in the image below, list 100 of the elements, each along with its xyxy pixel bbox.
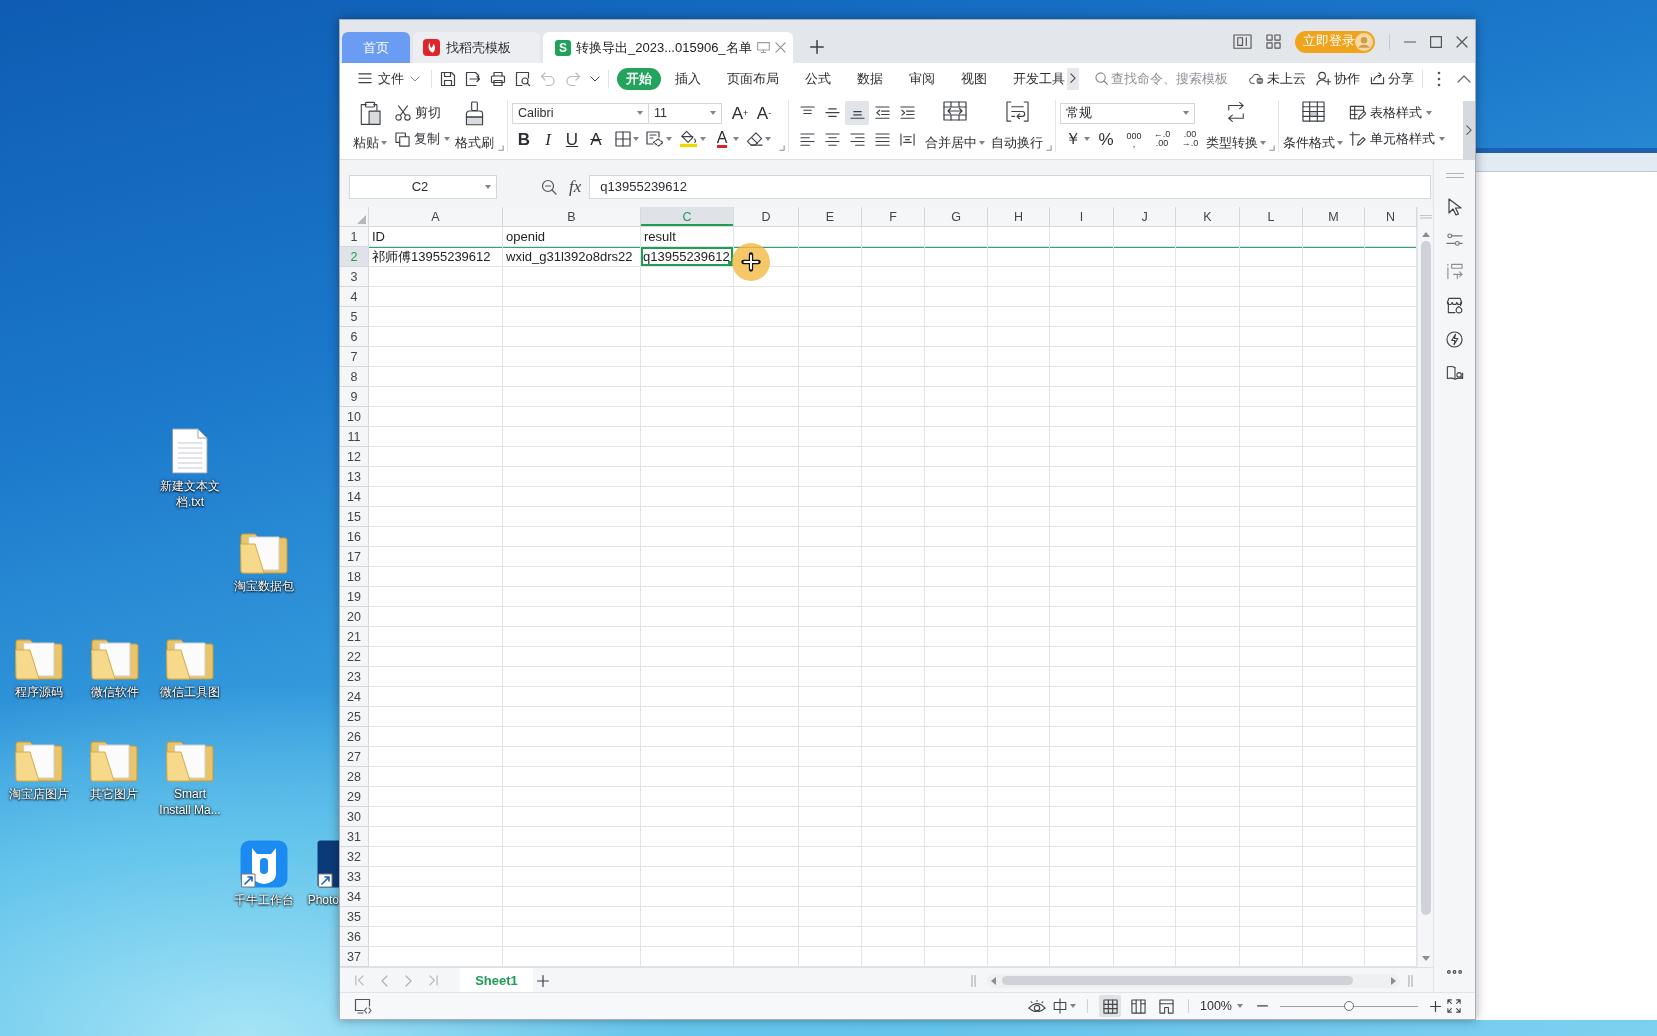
column-header[interactable]: K [1176,207,1240,227]
sliders-icon[interactable] [1446,233,1463,247]
zoom-in-icon[interactable] [1430,1000,1441,1012]
crosshair-box-icon[interactable] [1052,998,1068,1014]
monitor-icon[interactable] [756,41,770,54]
scroll-down-icon[interactable] [1421,956,1430,961]
row-header[interactable]: 9 [340,387,369,407]
split-handle-icon[interactable] [971,974,976,987]
column-header[interactable]: M [1303,207,1365,227]
ribbon-tab[interactable]: 开发工具 [1001,67,1077,90]
magnifier-icon[interactable] [541,178,557,195]
eye-icon[interactable] [1028,999,1046,1013]
customize-dropdown-icon[interactable] [590,75,600,82]
store-flame-icon[interactable] [1446,297,1463,315]
column-header[interactable]: B [503,207,641,227]
scrollbar-thumb[interactable] [1420,241,1431,915]
row-header[interactable]: 19 [340,587,369,607]
print-preview-icon[interactable] [515,70,531,87]
more-options-icon[interactable] [1437,70,1441,87]
row-header[interactable]: 27 [340,747,369,767]
font-color-button[interactable]: A [713,127,731,151]
cloud-status-button[interactable]: 未上云 [1249,69,1306,88]
column-header[interactable]: F [862,207,925,227]
row-header[interactable]: 28 [340,767,369,787]
caret-icon[interactable] [700,137,706,141]
decrease-decimal-button[interactable]: .00 →.0 [1178,130,1202,148]
row-header[interactable]: 12 [340,447,369,467]
type-convert-button[interactable]: 类型转换 [1206,97,1266,151]
row-header[interactable]: 11 [340,427,369,447]
wrap-text-button[interactable]: 自动换行 [991,97,1043,151]
file-menu-button[interactable]: 文件 [355,67,423,90]
column-header[interactable]: L [1240,207,1303,227]
column-header[interactable]: H [988,207,1050,227]
close-tab-icon[interactable] [774,42,786,53]
insert-function-button[interactable]: fx [569,176,582,197]
share-button[interactable]: 分享 [1370,69,1414,88]
apps-grid-icon[interactable] [1266,34,1281,49]
folder-icon[interactable] [166,638,214,680]
underline-button[interactable]: U [560,127,584,151]
save-icon[interactable] [440,70,456,87]
number-format-select[interactable]: 常规 [1060,102,1195,124]
template-tab[interactable]: 找稻壳模板 [413,32,540,63]
row-header[interactable]: 13 [340,467,369,487]
scroll-right-icon[interactable] [1391,976,1396,985]
scroll-up-icon[interactable] [1421,232,1430,237]
ribbon-tab[interactable]: 公式 [793,67,843,90]
new-tab-icon[interactable] [810,40,824,54]
folder-icon[interactable] [90,740,138,782]
table-cell[interactable]: result [641,227,734,247]
copy-button[interactable]: 复制 [395,127,450,151]
scrollbar-thumb[interactable] [1002,976,1353,985]
column-header[interactable]: J [1114,207,1176,227]
row-header[interactable]: 34 [340,887,369,907]
column-header[interactable]: G [925,207,988,227]
collapse-ribbon-icon[interactable] [1457,74,1471,83]
ribbon-tab[interactable]: 视图 [949,67,999,90]
lightning-icon[interactable] [1446,331,1463,349]
column-header[interactable]: A [369,207,503,227]
text-file-icon[interactable] [172,428,208,474]
search-field[interactable]: 查找命令、搜索模板 [1111,71,1235,86]
ribbon-tab[interactable]: 页面布局 [715,67,791,90]
formula-input[interactable]: q13955239612 [589,174,1431,199]
table-cell[interactable]: openid [503,227,641,247]
row-header[interactable]: 8 [340,367,369,387]
ribbon-tab[interactable]: 插入 [663,67,713,90]
dialog-launcher-icon[interactable] [498,145,504,151]
bold-button[interactable]: B [512,127,536,151]
row-header[interactable]: 17 [340,547,369,567]
row-header[interactable]: 25 [340,707,369,727]
row-header[interactable]: 29 [340,787,369,807]
folder-icon[interactable] [15,740,63,782]
row-header[interactable]: 5 [340,307,369,327]
vertical-scrollbar[interactable] [1417,207,1433,967]
dialog-launcher-icon[interactable] [1046,145,1052,151]
thousands-separator-button[interactable]: 000 , [1122,131,1146,147]
maximize-icon[interactable] [1430,35,1442,48]
row-header[interactable]: 30 [340,807,369,827]
folder-icon[interactable] [240,532,288,574]
row-header[interactable]: 10 [340,407,369,427]
row-header[interactable]: 20 [340,607,369,627]
row-header[interactable]: 15 [340,507,369,527]
row-header[interactable]: 36 [340,927,369,947]
folder-icon[interactable] [166,740,214,782]
table-cell[interactable]: 祁师傅13955239612 [369,247,503,267]
increase-decimal-button[interactable]: ←.0 .00 [1150,130,1174,148]
paint-bucket-icon[interactable] [679,130,698,148]
split-handle-icon[interactable] [1408,974,1413,987]
row-header[interactable]: 33 [340,867,369,887]
row-header[interactable]: 32 [340,847,369,867]
merge-center-button[interactable]: 合并居中 [925,97,985,151]
strikethrough-button[interactable]: A [584,127,608,151]
row-header[interactable]: 22 [340,647,369,667]
caret-icon[interactable] [1084,137,1090,141]
column-header[interactable]: I [1050,207,1114,227]
zoom-slider-thumb[interactable] [1344,1001,1354,1011]
dialog-launcher-icon[interactable] [1269,145,1275,151]
column-header[interactable]: N [1365,207,1417,227]
ribbon-tab[interactable]: 审阅 [897,67,947,90]
italic-button[interactable]: I [536,127,560,151]
paste-button[interactable]: 粘贴 [351,97,389,151]
